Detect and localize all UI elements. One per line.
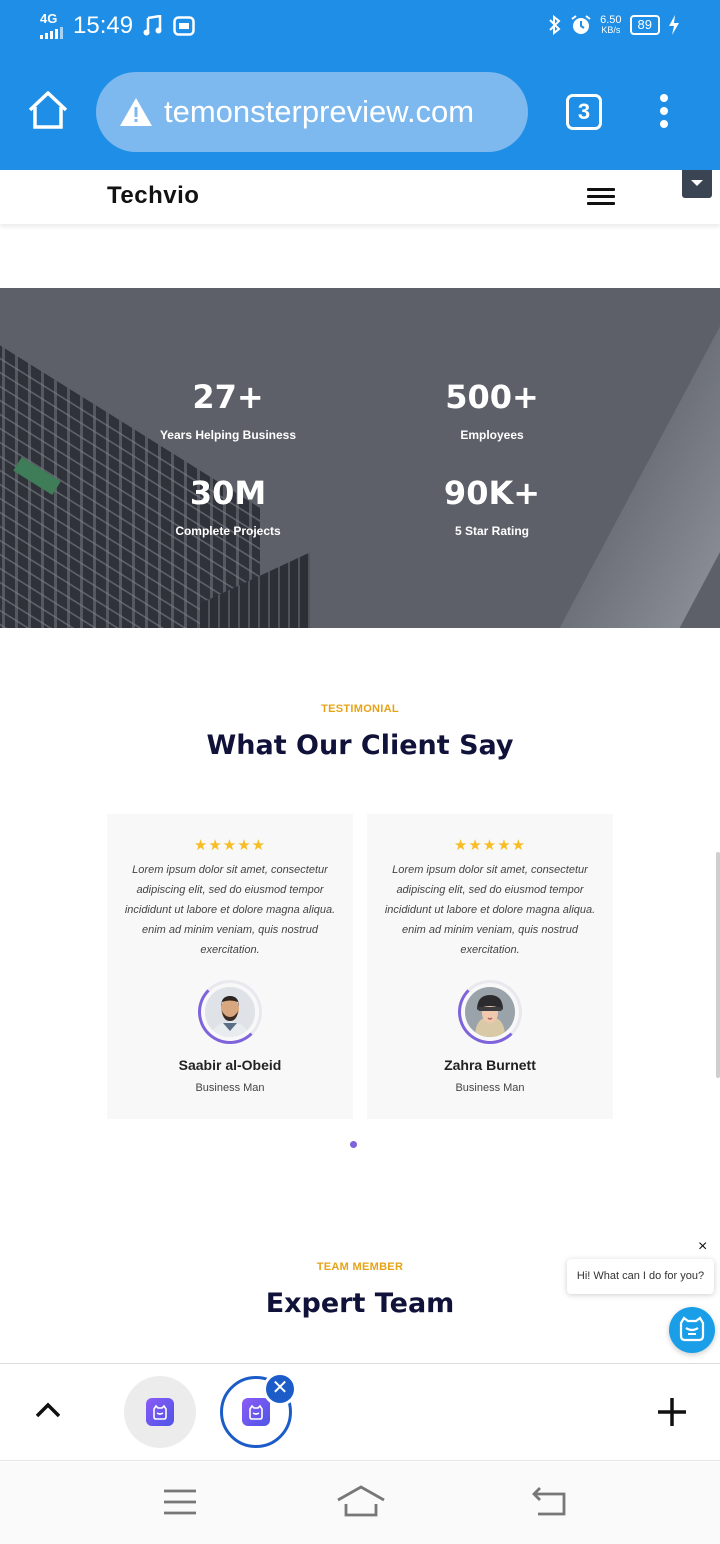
- client-name: Zahra Burnett: [444, 1057, 536, 1073]
- speed-unit: KB/s: [601, 25, 621, 35]
- avatar: [458, 980, 522, 1044]
- testimonial-quote: Lorem ipsum dolor sit amet, consectetur …: [384, 864, 596, 956]
- client-name: Saabir al-Obeid: [178, 1057, 282, 1073]
- browser-toolbar: temonsterpreview.com 3: [0, 58, 720, 170]
- background-building-right: [559, 288, 720, 628]
- more-options-icon[interactable]: [654, 94, 674, 134]
- close-tab-icon[interactable]: ✕: [263, 1372, 297, 1406]
- chat-launcher-button[interactable]: [669, 1307, 715, 1353]
- site-header: Techvio: [0, 170, 720, 224]
- rating-stars: ★★★★★: [193, 837, 267, 854]
- stat-value: 500+: [445, 378, 539, 416]
- dropdown-toggle-icon[interactable]: [682, 170, 712, 198]
- testimonial-title: What Our Client Say: [206, 730, 514, 761]
- home-icon[interactable]: [26, 88, 70, 132]
- testimonial-quote: Lorem ipsum dolor sit amet, consectetur …: [124, 864, 336, 956]
- testimonial-card: ★★★★★ Lorem ipsum dolor sit amet, consec…: [367, 814, 613, 1119]
- back-icon[interactable]: [530, 1486, 568, 1518]
- stat-years: 27+ Years Helping Business: [118, 378, 338, 442]
- recents-menu-icon[interactable]: [162, 1488, 198, 1516]
- stat-rating: 90K+ 5 Star Rating: [382, 474, 602, 538]
- battery-level: 89: [637, 17, 652, 32]
- stat-value: 90K+: [443, 474, 541, 512]
- status-right: 6.50 KB/s 89: [548, 14, 680, 36]
- browser-tab-strip: ✕: [0, 1363, 720, 1461]
- rating-stars: ★★★★★: [453, 837, 527, 854]
- tab-switcher-button[interactable]: 3: [566, 94, 602, 130]
- network-type: 4G: [40, 11, 58, 26]
- stat-value: 30M: [189, 474, 267, 512]
- address-bar[interactable]: temonsterpreview.com: [96, 72, 528, 152]
- stat-projects: 30M Complete Projects: [118, 474, 338, 538]
- chat-close-icon[interactable]: ×: [698, 1238, 707, 1256]
- warning-icon[interactable]: [118, 96, 154, 128]
- system-home-icon[interactable]: [336, 1484, 386, 1518]
- client-photo: [465, 987, 515, 1037]
- speed-value: 6.50: [600, 14, 622, 26]
- bluetooth-icon: [549, 14, 561, 36]
- url-text[interactable]: temonsterpreview.com: [164, 94, 474, 130]
- client-role: Business Man: [455, 1082, 525, 1094]
- app-notification-icon: [173, 16, 195, 36]
- carousel-dot-active[interactable]: [350, 1141, 357, 1148]
- testimonial-eyebrow: TESTIMONIAL: [321, 703, 399, 715]
- hamburger-menu-icon[interactable]: [587, 188, 615, 209]
- site-logo[interactable]: Techvio: [107, 182, 199, 210]
- music-note-icon: [143, 15, 162, 36]
- chat-greeting[interactable]: Hi! What can I do for you?: [567, 1259, 714, 1294]
- stat-label: Employees: [460, 428, 524, 442]
- client-photo: [205, 987, 255, 1037]
- stat-value: 27+: [192, 378, 264, 416]
- chevron-up-icon[interactable]: [34, 1400, 62, 1420]
- network-indicator: 4G: [40, 11, 63, 39]
- status-time: 15:49: [73, 12, 134, 39]
- battery-indicator: 89: [629, 15, 660, 35]
- status-bar: 4G 15:49 6.50 KB/s 89: [0, 0, 720, 58]
- stat-label: 5 Star Rating: [454, 524, 529, 538]
- site-favicon-icon: [146, 1398, 174, 1426]
- alarm-icon: [571, 15, 591, 34]
- tab-thumbnail[interactable]: [124, 1376, 196, 1448]
- network-speed: 6.50 KB/s: [600, 14, 622, 36]
- site-favicon-icon: [242, 1398, 270, 1426]
- status-left: 4G 15:49: [40, 12, 195, 40]
- avatar: [198, 980, 262, 1044]
- client-role: Business Man: [195, 1082, 265, 1094]
- system-navigation-bar: [0, 1462, 720, 1544]
- stat-label: Years Helping Business: [159, 428, 297, 442]
- charging-icon: [669, 15, 679, 35]
- stats-section: 27+ Years Helping Business 500+ Employee…: [0, 288, 720, 628]
- testimonial-card: ★★★★★ Lorem ipsum dolor sit amet, consec…: [107, 814, 353, 1119]
- stat-employees: 500+ Employees: [382, 378, 602, 442]
- new-tab-plus-icon[interactable]: [656, 1396, 688, 1428]
- chatbot-icon: [679, 1316, 705, 1342]
- signal-icon: [40, 25, 63, 39]
- page-scrollbar[interactable]: [716, 852, 720, 1078]
- stat-label: Complete Projects: [175, 524, 281, 538]
